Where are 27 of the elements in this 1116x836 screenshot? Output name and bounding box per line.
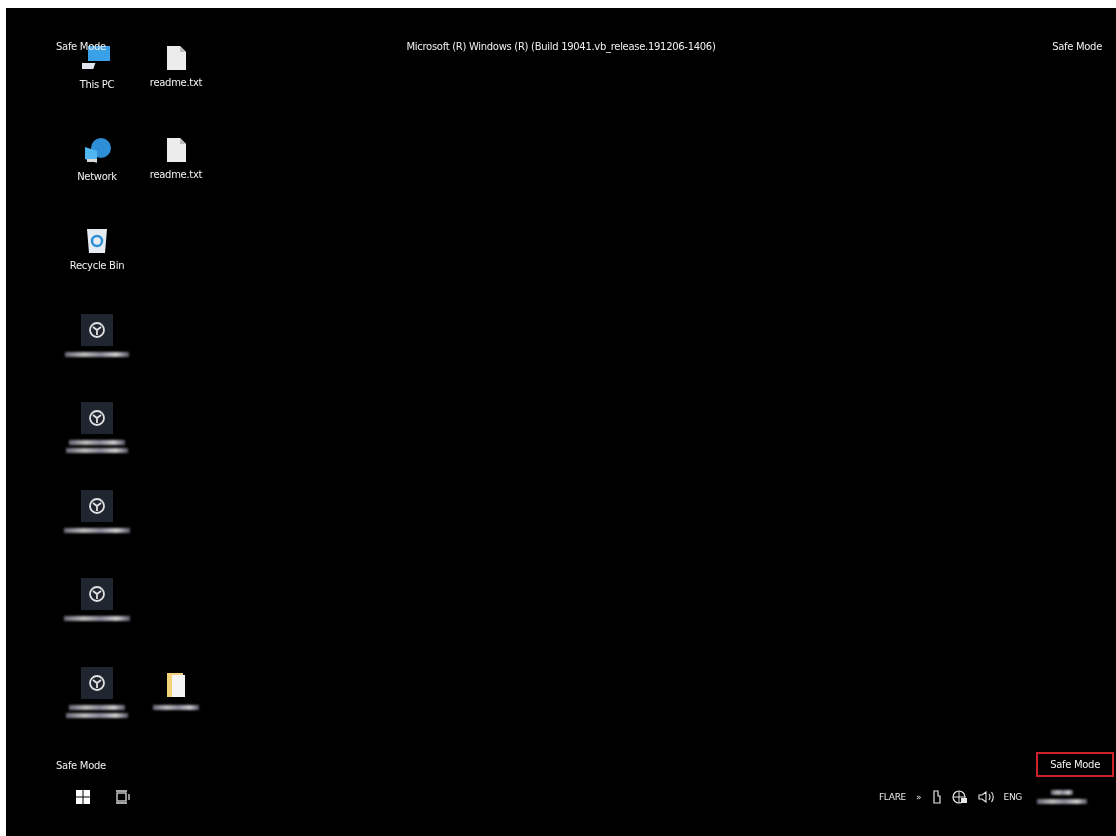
safe-mode-label: Safe Mode (1051, 40, 1103, 54)
icon-label: Network (77, 171, 117, 182)
safe-mode-label: Safe Mode (55, 759, 107, 773)
folder-icon (164, 671, 188, 699)
start-icon[interactable] (76, 790, 90, 804)
app-icon (81, 490, 113, 522)
overflow-chevron[interactable]: » (916, 792, 922, 802)
network-icon[interactable] (951, 790, 968, 804)
icon-label: readme.txt (149, 169, 203, 180)
app-icon (81, 667, 113, 699)
recycle-bin-icon (85, 226, 109, 254)
safe-mode-label: Safe Mode (1036, 752, 1114, 777)
icon-label: Recycle Bin (69, 260, 125, 271)
app-icon (81, 314, 113, 346)
document-icon (165, 137, 187, 163)
volume-icon[interactable] (977, 791, 994, 803)
usb-icon[interactable] (931, 790, 942, 804)
globe-icon (82, 137, 112, 165)
task-view-icon[interactable] (116, 790, 130, 804)
app-icon (81, 402, 113, 434)
build-watermark: Microsoft (R) Windows (R) (Build 19041.vb_release.191206-1406) (406, 41, 716, 52)
app-icon (81, 578, 113, 610)
tray-label[interactable]: FLARE (879, 792, 906, 802)
language-indicator[interactable]: ENG (1003, 792, 1022, 802)
document-icon (165, 45, 187, 71)
icon-label: This PC (79, 79, 115, 90)
icon-label: readme.txt (149, 77, 203, 88)
